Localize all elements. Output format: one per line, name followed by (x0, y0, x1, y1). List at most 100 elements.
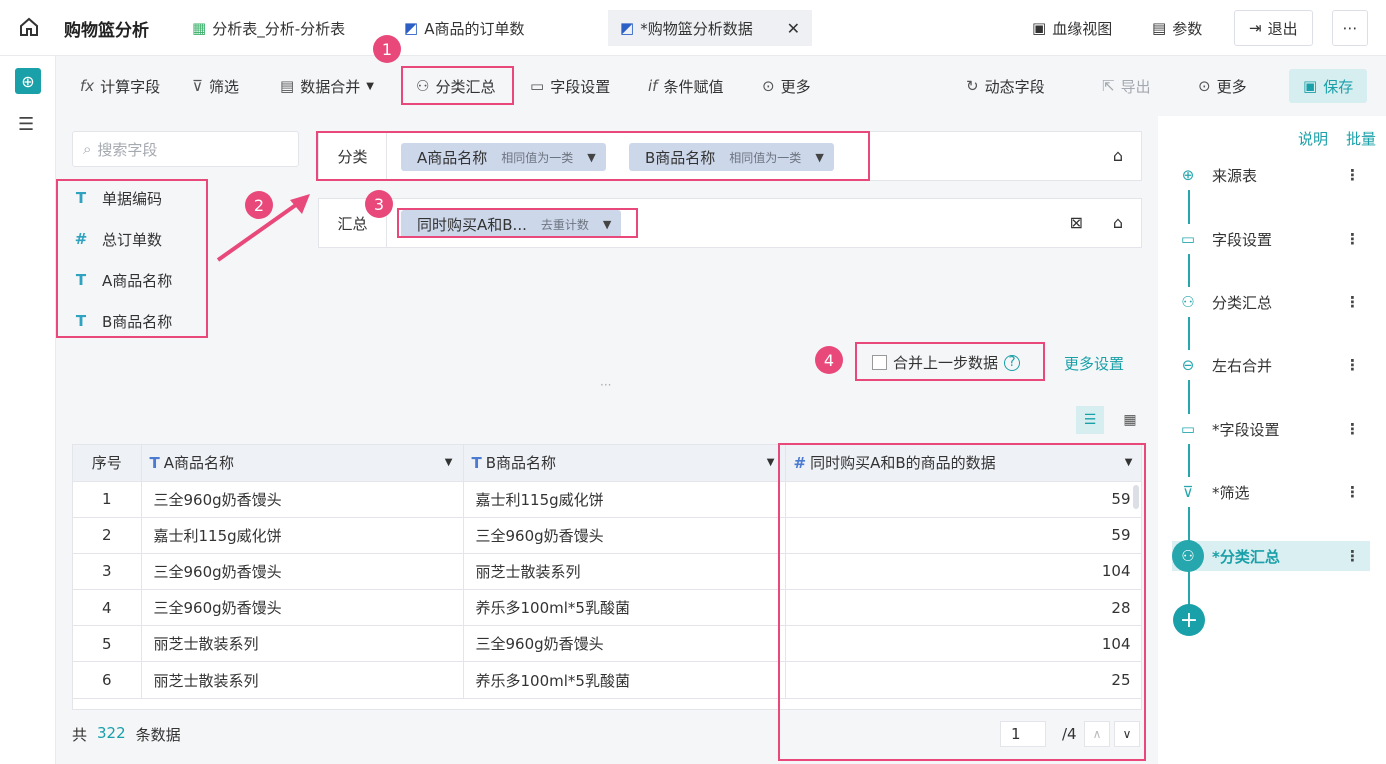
merge-label: 数据合并 (300, 77, 361, 96)
chart-icon: ◩ (404, 19, 419, 37)
save-label: 保存 (1323, 77, 1354, 96)
filter-icon: ⊽ (1182, 483, 1194, 501)
step-field-settings-2[interactable]: ▭ *字段设置 ⋮ (1172, 414, 1370, 444)
step-source-table[interactable]: ⊕ 来源表 ⋮ (1172, 160, 1370, 190)
lineage-view-button[interactable]: ▣ 血缘视图 (1032, 10, 1112, 46)
calc-field-button[interactable]: fx 计算字段 (80, 73, 160, 99)
cell-b-name: 三全960g奶香馒头 (463, 517, 786, 554)
grid-view-icon[interactable]: ▦ (1116, 406, 1144, 434)
col-header-label: B商品名称 (485, 454, 557, 473)
export-label: 导出 (1120, 77, 1151, 96)
batch-link[interactable]: 批量 (1346, 128, 1376, 149)
fx-icon: fx (80, 77, 95, 95)
toolbar: fx 计算字段 ⊽ 筛选 ▤ 数据合并 ▼ ⚇ 分类汇总 ▭ 字段设置 if 条… (56, 56, 1386, 116)
drag-handle-icon[interactable]: ⌂ (1113, 146, 1123, 165)
highlight-summary-pill (397, 208, 638, 238)
more-settings-link[interactable]: 更多设置 (1064, 353, 1124, 374)
field-search[interactable]: ⌕ 搜索字段 (72, 131, 299, 167)
export-icon: ⇱ (1102, 77, 1115, 95)
more-menu-button[interactable]: ⋯ (1332, 10, 1368, 46)
row-count-suffix: 条数据 (135, 726, 181, 744)
step-label: *分类汇总 (1212, 547, 1280, 566)
cell-index: 2 (73, 517, 142, 554)
highlight-merge-option (855, 342, 1045, 381)
step-badge: 1 (373, 35, 401, 63)
step-menu-icon[interactable]: ⋮ (1345, 420, 1360, 438)
save-button[interactable]: ▣ 保存 (1289, 69, 1368, 103)
lineage-icon: ▣ (1032, 19, 1047, 37)
more-right-label: 更多 (1216, 77, 1247, 96)
exit-icon: ⇥ (1249, 19, 1262, 37)
highlight-group-summary-button (401, 66, 514, 105)
export-button[interactable]: ⇱ 导出 (1102, 73, 1151, 99)
field-settings-icon: ▭ (1180, 420, 1196, 438)
tab-a-orders[interactable]: ◩ A商品的订单数 (404, 10, 524, 46)
if-icon: if (648, 77, 658, 95)
group-summary-icon: ⚇ (1172, 540, 1204, 572)
step-menu-icon[interactable]: ⋮ (1345, 547, 1360, 565)
field-settings-button[interactable]: ▭ 字段设置 (530, 73, 610, 99)
tab-basket-data[interactable]: ◩ *购物篮分析数据 ✕ (608, 10, 812, 46)
refresh-icon: ↻ (966, 77, 979, 95)
col-header-a-name[interactable]: T A商品名称 ▼ (141, 445, 464, 482)
clear-filter-icon[interactable]: ⊠ (1070, 213, 1083, 232)
drag-handle-icon[interactable]: ⌂ (1113, 213, 1123, 232)
merge-icon: ▤ (280, 77, 295, 95)
left-rail: ⊕ ☰ (0, 56, 56, 764)
list-icon[interactable]: ☰ (18, 114, 34, 135)
more-button[interactable]: ⊙ 更多 (762, 73, 811, 99)
merge-button[interactable]: ▤ 数据合并 ▼ (280, 73, 374, 99)
step-menu-icon[interactable]: ⋮ (1345, 166, 1360, 184)
text-type-icon: T (471, 454, 482, 473)
filter-button[interactable]: ⊽ 筛选 (192, 73, 239, 99)
conditional-button[interactable]: if 条件赋值 (648, 73, 723, 99)
tab-analysis-table[interactable]: ▦ 分析表_分析-分析表 (192, 10, 345, 46)
tab-label: *购物篮分析数据 (640, 19, 753, 38)
step-field-settings[interactable]: ▭ 字段设置 ⋮ (1172, 224, 1370, 254)
field-settings-icon: ▭ (530, 77, 545, 95)
resize-handle[interactable]: ··· (600, 378, 611, 392)
cell-a-name: 嘉士利115g威化饼 (141, 517, 464, 554)
step-label: *字段设置 (1212, 420, 1280, 439)
caret-down-icon[interactable]: ▼ (445, 457, 453, 468)
field-settings-icon: ▭ (1180, 230, 1196, 248)
step-label: 分类汇总 (1212, 293, 1273, 312)
top-bar: 购物篮分析 ▦ 分析表_分析-分析表 ◩ A商品的订单数 ◩ *购物篮分析数据 … (0, 0, 1386, 56)
dynamic-field-button[interactable]: ↻ 动态字段 (966, 73, 1045, 99)
col-header-index: 序号 (73, 445, 142, 482)
calc-field-label: 计算字段 (100, 77, 161, 96)
step-menu-icon[interactable]: ⋮ (1345, 293, 1360, 311)
close-icon[interactable]: ✕ (787, 19, 800, 38)
exit-button[interactable]: ⇥ 退出 (1234, 10, 1313, 46)
cell-b-name: 嘉士利115g威化饼 (463, 481, 786, 518)
help-link[interactable]: 说明 (1298, 128, 1328, 149)
filter-label: 筛选 (208, 77, 239, 96)
step-menu-icon[interactable]: ⋮ (1345, 483, 1360, 501)
search-input[interactable]: 搜索字段 (97, 139, 157, 160)
group-summary-icon: ⚇ (1181, 293, 1195, 311)
params-button[interactable]: ▤ 参数 (1152, 10, 1202, 46)
add-step-button[interactable]: + (1173, 604, 1205, 636)
step-menu-icon[interactable]: ⋮ (1345, 230, 1360, 248)
step-filter[interactable]: ⊽ *筛选 ⋮ (1172, 477, 1370, 507)
step-group-summary[interactable]: ⚇ 分类汇总 ⋮ (1172, 287, 1370, 317)
cell-b-name: 养乐多100ml*5乳酸菌 (463, 589, 786, 627)
home-icon[interactable] (18, 16, 40, 38)
add-step-icon[interactable]: ⊕ (15, 68, 41, 94)
caret-down-icon[interactable]: ▼ (767, 457, 775, 468)
join-icon: ⊖ (1181, 356, 1195, 374)
params-label: 参数 (1172, 19, 1203, 38)
tab-label: 分析表_分析-分析表 (212, 19, 346, 38)
step-group-summary-2[interactable]: ⚇ *分类汇总 ⋮ (1172, 540, 1370, 572)
row-count-value: 322 (97, 724, 126, 742)
step-badge: 4 (815, 346, 843, 374)
chart-icon: ◩ (620, 19, 635, 37)
cell-a-name: 丽芝士散装系列 (141, 625, 464, 663)
step-menu-icon[interactable]: ⋮ (1345, 356, 1360, 374)
col-header-b-name[interactable]: T B商品名称 ▼ (463, 445, 786, 482)
list-view-icon[interactable]: ☰ (1076, 406, 1104, 434)
more-right-button[interactable]: ⊙ 更多 (1198, 73, 1247, 99)
search-icon: ⌕ (83, 140, 92, 158)
row-count-prefix: 共 (72, 726, 88, 744)
step-join[interactable]: ⊖ 左右合并 ⋮ (1172, 350, 1370, 380)
